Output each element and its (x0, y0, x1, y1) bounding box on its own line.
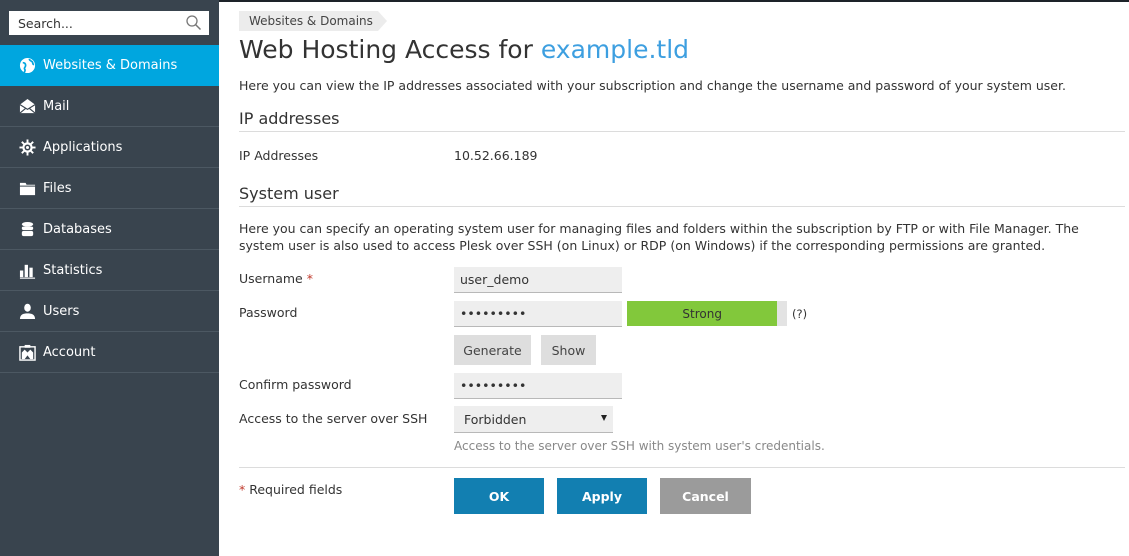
username-input[interactable] (454, 267, 622, 293)
required-fields-text: Required fields (245, 482, 343, 497)
sidebar-item-users[interactable]: Users (0, 291, 219, 332)
username-label-text: Username (239, 271, 303, 286)
sidebar: Websites & Domains Mail Applications Fil… (0, 0, 219, 556)
envelope-icon (18, 97, 36, 115)
sidebar-item-label: Applications (43, 139, 123, 155)
sidebar-item-websites-domains[interactable]: Websites & Domains (0, 45, 219, 86)
confirm-password-input[interactable] (454, 373, 622, 399)
intro-text: Here you can view the IP addresses assoc… (239, 78, 1066, 93)
search-icon[interactable] (185, 14, 203, 32)
required-asterisk: * (306, 271, 313, 286)
sidebar-item-label: Account (43, 344, 96, 360)
sidebar-item-files[interactable]: Files (0, 168, 219, 209)
folder-icon (18, 179, 36, 197)
search-box[interactable] (9, 11, 209, 35)
generate-button[interactable]: Generate (454, 335, 531, 365)
breadcrumb-arrow (377, 11, 387, 31)
ok-button[interactable]: OK (454, 478, 544, 514)
sidebar-item-statistics[interactable]: Statistics (0, 250, 219, 291)
ssh-access-select[interactable]: Forbidden (454, 406, 613, 433)
apply-button[interactable]: Apply (557, 478, 647, 514)
show-button[interactable]: Show (541, 335, 596, 365)
sidebar-item-label: Files (43, 180, 72, 196)
cancel-button[interactable]: Cancel (660, 478, 751, 514)
user-icon (18, 302, 36, 320)
gear-icon (18, 138, 36, 156)
search-input[interactable] (9, 11, 179, 35)
password-label: Password (239, 305, 298, 320)
globe-icon (18, 56, 36, 74)
breadcrumb: Websites & Domains (239, 11, 387, 31)
sidebar-item-mail[interactable]: Mail (0, 86, 219, 127)
page-title-prefix: Web Hosting Access for (239, 35, 541, 64)
footer-divider (239, 467, 1125, 468)
username-label: Username * (239, 271, 313, 286)
sidebar-item-databases[interactable]: Databases (0, 209, 219, 250)
sidebar-item-applications[interactable]: Applications (0, 127, 219, 168)
database-icon (18, 220, 36, 238)
required-fields-note: * Required fields (239, 482, 342, 497)
sidebar-item-label: Mail (43, 98, 70, 114)
id-card-icon (18, 343, 36, 361)
domain-link[interactable]: example.tld (541, 35, 689, 64)
ip-addresses-label: IP Addresses (239, 148, 319, 163)
sidebar-item-label: Databases (43, 221, 112, 237)
password-strength-meter: Strong (627, 301, 787, 326)
ssh-access-selected: Forbidden (464, 411, 527, 427)
password-help-link[interactable]: (?) (792, 307, 807, 321)
ip-addresses-value: 10.52.66.189 (454, 148, 538, 163)
ssh-access-hint: Access to the server over SSH with syste… (454, 439, 825, 453)
system-user-description: Here you can specify an operating system… (239, 221, 1079, 253)
bar-chart-icon (18, 261, 36, 279)
password-input[interactable] (454, 301, 622, 327)
sidebar-item-account[interactable]: Account (0, 332, 219, 373)
caret-down-icon (601, 415, 607, 421)
sidebar-item-label: Websites & Domains (43, 57, 178, 73)
password-strength-fill: Strong (627, 301, 778, 326)
password-strength-label: Strong (682, 306, 722, 321)
section-divider (239, 206, 1125, 207)
section-divider (239, 131, 1125, 132)
sidebar-item-label: Users (43, 303, 80, 319)
ip-section-title: IP addresses (239, 109, 340, 128)
sidebar-nav: Websites & Domains Mail Applications Fil… (0, 45, 219, 373)
breadcrumb-item-websites-domains[interactable]: Websites & Domains (239, 11, 378, 31)
sidebar-item-label: Statistics (43, 262, 103, 278)
page-title: Web Hosting Access for example.tld (239, 35, 689, 64)
ssh-access-label: Access to the server over SSH (239, 411, 428, 426)
system-user-section-title: System user (239, 184, 339, 203)
confirm-password-label: Confirm password (239, 377, 352, 392)
